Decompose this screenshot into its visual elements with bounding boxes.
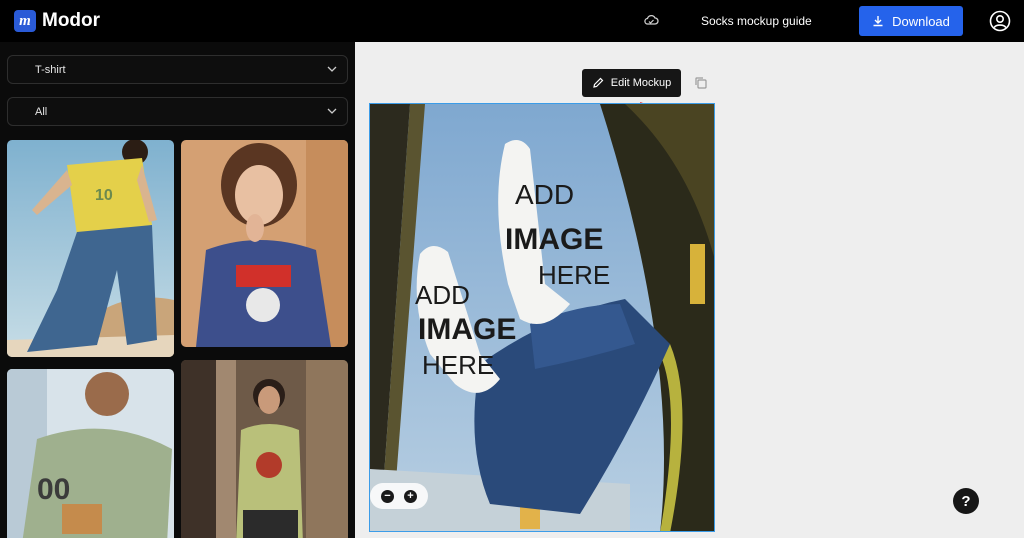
filter-select[interactable]: All [7, 97, 348, 126]
logo[interactable]: m Modor [14, 10, 100, 32]
sock-print-text: HERE [422, 350, 494, 380]
cloud-icon[interactable] [643, 13, 659, 27]
download-button[interactable]: Download [859, 6, 963, 36]
filter-select-value: All [35, 105, 48, 118]
document-title[interactable]: Socks mockup guide [701, 14, 812, 28]
sock-print-text: IMAGE [418, 313, 516, 346]
zoom-in-button[interactable]: + [404, 489, 417, 503]
user-icon[interactable] [989, 10, 1011, 32]
sock-print-text: HERE [538, 260, 610, 290]
download-label: Download [892, 13, 950, 29]
svg-text:00: 00 [37, 473, 70, 506]
copy-icon[interactable] [694, 76, 708, 90]
mockup-thumbnail[interactable] [181, 140, 348, 347]
chevron-down-icon [327, 108, 337, 114]
zoom-out-button[interactable]: − [381, 489, 394, 503]
logo-mark: m [14, 10, 36, 32]
top-bar: m Modor Socks mockup guide Download [0, 0, 1024, 42]
zoom-control: − + [370, 483, 428, 509]
help-button[interactable]: ? [953, 488, 979, 514]
sock-print-text: ADD [415, 280, 470, 310]
mockup-thumbnail[interactable]: 10 [7, 140, 174, 357]
sock-print-text: IMAGE [505, 223, 603, 256]
download-icon [873, 16, 883, 27]
svg-text:10: 10 [95, 187, 113, 204]
pencil-icon [592, 77, 604, 88]
mockup-preview[interactable]: ADD IMAGE HERE ADD IMAGE HERE [369, 103, 715, 532]
sidebar: T-shirt All 10 00 [0, 42, 355, 538]
edit-mockup-label: Edit Mockup [610, 77, 672, 89]
mockup-thumbnail[interactable] [181, 360, 348, 538]
chevron-down-icon [327, 66, 337, 72]
category-select[interactable]: T-shirt [7, 55, 348, 84]
category-select-value: T-shirt [35, 63, 66, 76]
sock-print-text: ADD [515, 179, 574, 210]
mockup-thumbnail[interactable]: 00 [7, 369, 174, 538]
edit-mockup-button[interactable]: Edit Mockup [582, 69, 681, 97]
logo-text: Modor [42, 10, 101, 31]
